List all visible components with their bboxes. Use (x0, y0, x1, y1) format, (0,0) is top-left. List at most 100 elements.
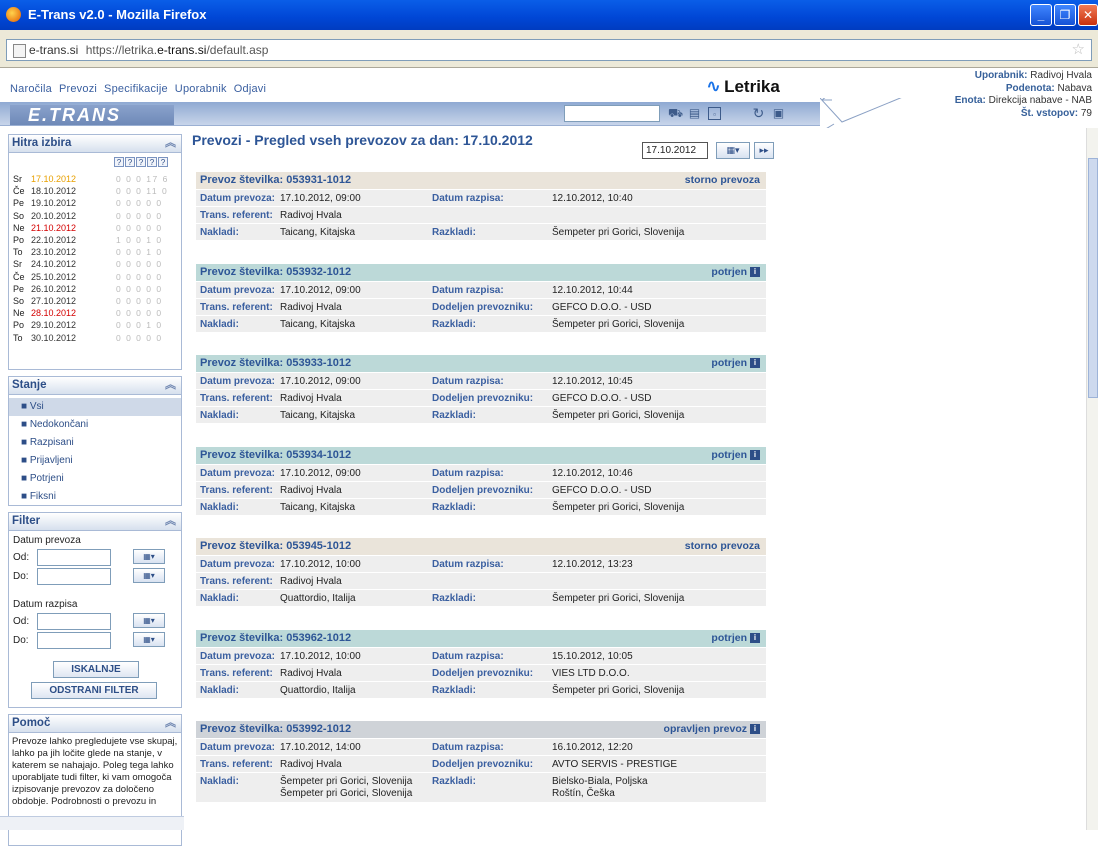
collapse-icon[interactable]: ︽ (165, 513, 176, 530)
quick-select-row[interactable]: Če 25.10.2012 0 0 0 0 0 (13, 272, 179, 283)
sidebar-horizontal-scrollbar[interactable] (0, 816, 184, 830)
status-item-potrjeni[interactable]: ■ Potrjeni (9, 470, 181, 488)
status-item-vsi[interactable]: ■ Vsi (9, 398, 181, 416)
collapse-icon[interactable]: ︽ (165, 135, 176, 152)
record-header[interactable]: Prevoz številka: 053962-1012 potrjen i (196, 629, 766, 647)
day-date[interactable]: 21.10.2012 (31, 223, 76, 234)
record-number[interactable]: 053934-1012 (286, 449, 351, 461)
day-date[interactable]: 25.10.2012 (31, 272, 76, 283)
calendar-dropdown-icon[interactable]: ▦▾ (133, 568, 165, 583)
help-header[interactable]: Pomoč ︽ (9, 715, 181, 733)
window-icon[interactable]: ▫ (708, 107, 721, 120)
quick-select-row[interactable]: Po 29.10.2012 0 0 0 1 0 (13, 320, 179, 331)
day-date[interactable]: 26.10.2012 (31, 284, 76, 295)
bookmark-star-icon[interactable]: ☆ (1072, 40, 1085, 60)
day-date[interactable]: 29.10.2012 (31, 320, 76, 331)
record-number[interactable]: 053962-1012 (286, 632, 351, 644)
nav-odjavi[interactable]: Odjavi (234, 83, 266, 95)
status-info-icon[interactable]: i (750, 358, 760, 369)
record-number[interactable]: 053931-1012 (286, 174, 351, 186)
help-mark-icon[interactable]: ? (158, 157, 168, 167)
record-header[interactable]: Prevoz številka: 053931-1012 storno prevo… (196, 172, 766, 189)
quick-select-row[interactable]: Ne 21.10.2012 0 0 0 0 0 (13, 223, 179, 234)
quick-select-row[interactable]: Pe 19.10.2012 0 0 0 0 0 (13, 198, 179, 209)
record-header[interactable]: Prevoz številka: 053932-1012 potrjen i (196, 263, 766, 281)
url-field[interactable]: e-trans.si https://letrika.e-trans.si/de… (6, 39, 1092, 61)
record-number[interactable]: 053945-1012 (286, 540, 351, 552)
nav-specifikacije[interactable]: Specifikacije (104, 83, 168, 95)
day-date[interactable]: 28.10.2012 (31, 308, 76, 319)
help-mark-icon[interactable]: ? (147, 157, 157, 167)
day-date[interactable]: 30.10.2012 (31, 333, 76, 344)
transport-date-to-input[interactable] (37, 568, 111, 585)
quick-select-row[interactable]: Pe 26.10.2012 0 0 0 0 0 (13, 284, 179, 295)
record-header[interactable]: Prevoz številka: 053992-1012 opravljen pr… (196, 721, 766, 738)
status-item-prijavljeni[interactable]: ■ Prijavljeni (9, 452, 181, 470)
day-date[interactable]: 18.10.2012 (31, 186, 76, 197)
computer-icon[interactable]: ▣ (772, 107, 785, 120)
status-info-icon[interactable]: i (750, 449, 760, 460)
tender-date-to-input[interactable] (37, 632, 111, 649)
status-header[interactable]: Stanje ︽ (9, 377, 181, 395)
quick-search-input[interactable] (564, 105, 660, 122)
scrollbar-thumb[interactable] (1088, 158, 1098, 398)
quick-select-row[interactable]: To 23.10.2012 0 0 0 1 0 (13, 247, 179, 258)
nav-narocila[interactable]: Naročila (10, 83, 52, 95)
next-day-icon[interactable]: ▸▸ (754, 142, 774, 159)
transport-date-from-input[interactable] (37, 549, 111, 566)
maximize-button[interactable]: ❐ (1054, 4, 1076, 26)
record-number[interactable]: 053932-1012 (286, 266, 351, 278)
record-number[interactable]: 053933-1012 (286, 357, 351, 369)
status-item-razpisani[interactable]: ■ Razpisani (9, 434, 181, 452)
day-date[interactable]: 24.10.2012 (31, 259, 76, 270)
quick-select-header[interactable]: Hitra izbira ︽ (9, 135, 181, 153)
collapse-icon[interactable]: ︽ (165, 715, 176, 732)
day-date[interactable]: 22.10.2012 (31, 235, 76, 246)
tender-date-from-input[interactable] (37, 613, 111, 630)
calendar-dropdown-icon[interactable]: ▦▾ (133, 549, 165, 564)
record-header[interactable]: Prevoz številka: 053934-1012 potrjen i (196, 446, 766, 464)
page-vertical-scrollbar[interactable] (1086, 128, 1098, 830)
calendar-dropdown-icon[interactable]: ▦▾ (133, 613, 165, 628)
status-info-icon[interactable]: i (750, 266, 760, 277)
day-date[interactable]: 20.10.2012 (31, 211, 76, 222)
quick-select-row[interactable]: To 30.10.2012 0 0 0 0 0 (13, 333, 179, 344)
filter-header[interactable]: Filter ︽ (9, 513, 181, 531)
remove-filter-button[interactable]: ODSTRANI FILTER (31, 682, 157, 699)
calendar-dropdown-icon[interactable]: ▦▾ (133, 632, 165, 647)
refresh-icon[interactable]: ↻ (752, 106, 765, 120)
minimize-button[interactable]: _ (1030, 4, 1052, 26)
document-icon[interactable]: ▤ (688, 107, 701, 120)
site-identity[interactable]: e-trans.si (11, 40, 82, 60)
date-input[interactable]: 17.10.2012 (642, 142, 708, 159)
quick-select-row[interactable]: So 27.10.2012 0 0 0 0 0 (13, 296, 179, 307)
record-header[interactable]: Prevoz številka: 053945-1012 storno prevo… (196, 538, 766, 555)
quick-select-row[interactable]: Ne 28.10.2012 0 0 0 0 0 (13, 308, 179, 319)
quick-select-row[interactable]: So 20.10.2012 0 0 0 0 0 (13, 211, 179, 222)
record-header[interactable]: Prevoz številka: 053933-1012 potrjen i (196, 355, 766, 372)
day-date[interactable]: 23.10.2012 (31, 247, 76, 258)
close-button[interactable]: ✕ (1078, 4, 1098, 26)
day-date[interactable]: 17.10.2012 (31, 174, 76, 185)
nav-uporabnik[interactable]: Uporabnik (175, 83, 227, 95)
truck-icon[interactable]: ⛟ (668, 107, 683, 120)
calendar-dropdown-icon[interactable]: ▦▾ (716, 142, 750, 159)
help-mark-icon[interactable]: ? (114, 157, 124, 167)
day-date[interactable]: 27.10.2012 (31, 296, 76, 307)
record-number[interactable]: 053992-1012 (286, 723, 351, 735)
status-item-nedokoncani[interactable]: ■ Nedokončani (9, 416, 181, 434)
quick-select-row[interactable]: Če 18.10.2012 0 0 0 11 0 (13, 186, 179, 197)
quick-select-row[interactable]: Po 22.10.2012 1 0 0 1 0 (13, 235, 179, 246)
quick-select-row[interactable]: Sr 24.10.2012 0 0 0 0 0 (13, 259, 179, 270)
help-mark-icon[interactable]: ? (125, 157, 135, 167)
day-date[interactable]: 19.10.2012 (31, 198, 76, 209)
quick-select-row[interactable]: Sr 17.10.2012 0 0 0 17 6 (13, 174, 179, 185)
collapse-icon[interactable]: ︽ (165, 377, 176, 394)
status-info-icon[interactable]: i (750, 724, 760, 735)
status-item-fiksni[interactable]: ■ Fiksni (9, 488, 181, 506)
record-row: Nakladi: Quattordio, Italija Razkladi: Šemp… (196, 589, 766, 606)
search-button[interactable]: ISKALNJE (53, 661, 139, 678)
status-info-icon[interactable]: i (750, 632, 760, 643)
nav-prevozi[interactable]: Prevozi (59, 83, 97, 95)
help-mark-icon[interactable]: ? (136, 157, 146, 167)
